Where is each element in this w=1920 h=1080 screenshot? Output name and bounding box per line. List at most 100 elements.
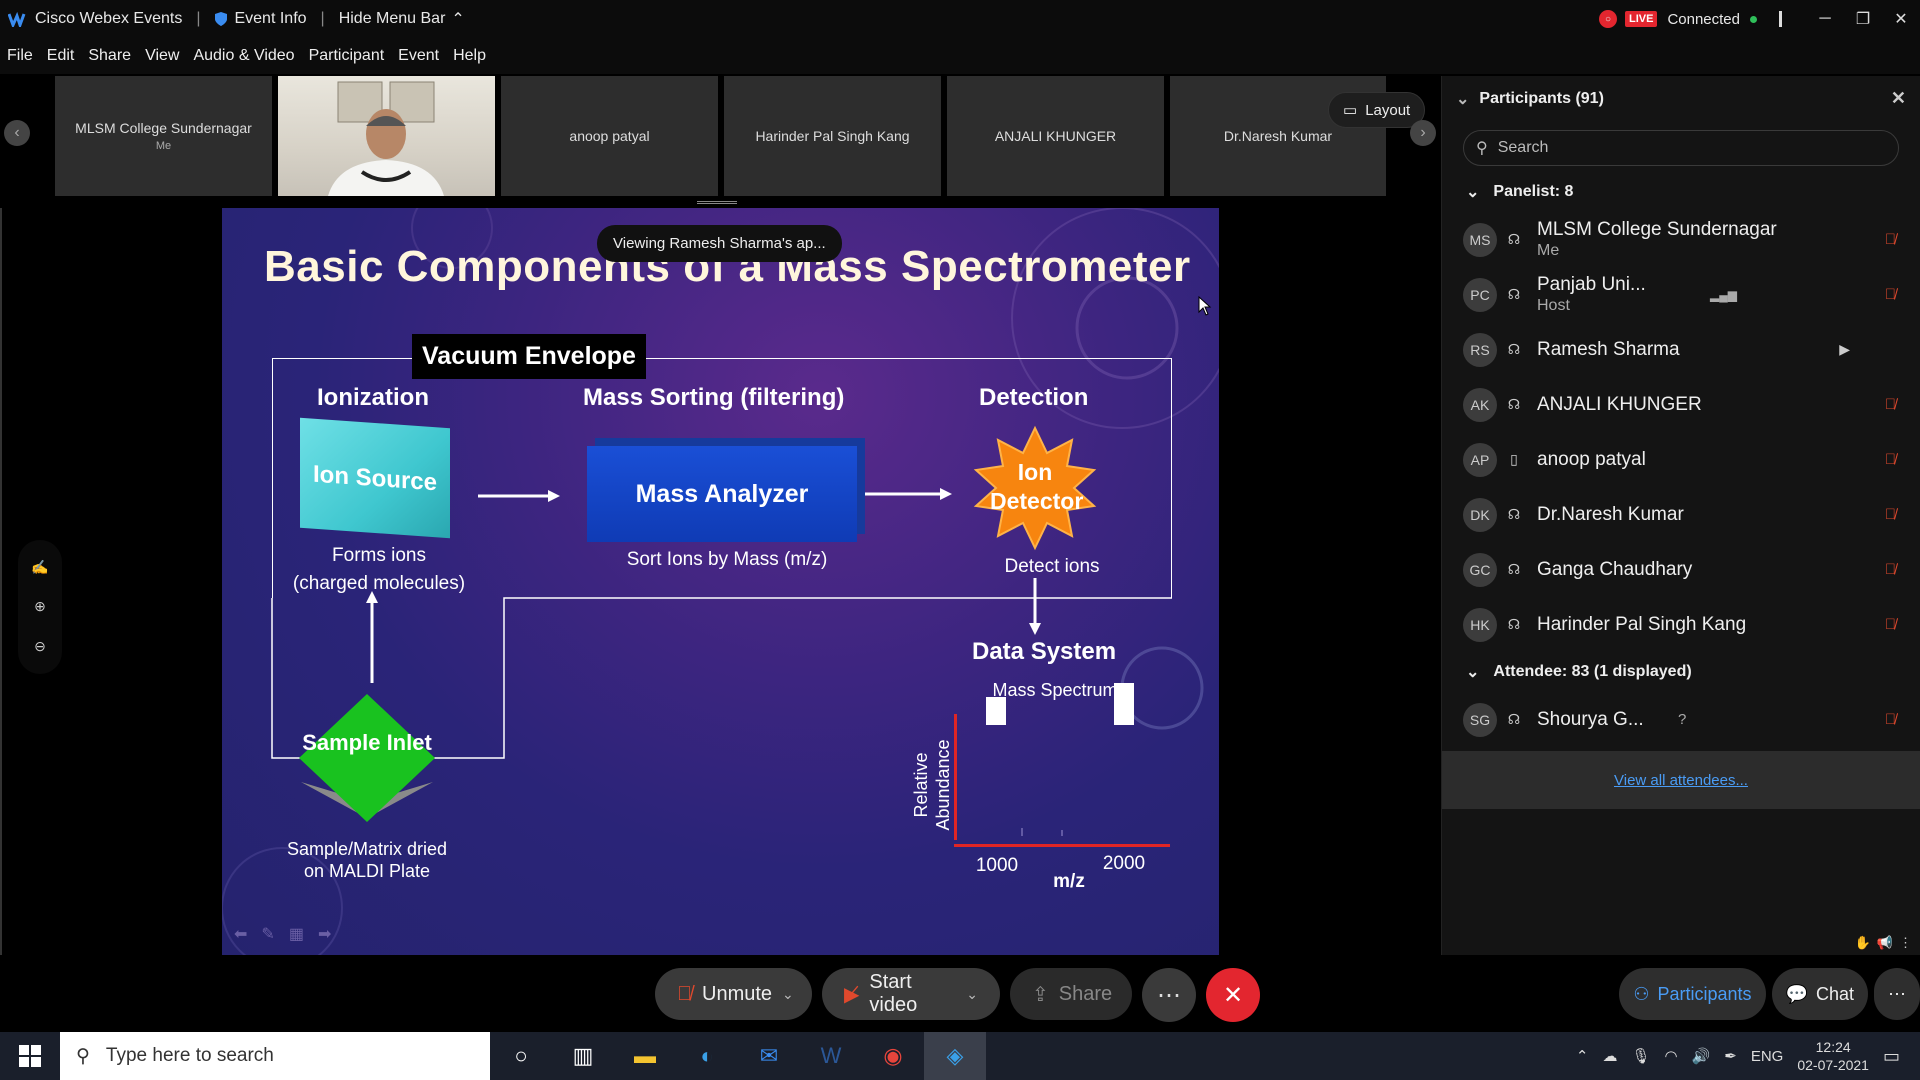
microphone-icon[interactable]: 🎙	[1631, 1047, 1650, 1065]
participants-toggle-button[interactable]: ⚇ Participants	[1619, 968, 1766, 1020]
muted-mic-icon[interactable]: 🎙̸	[1885, 711, 1896, 728]
chevron-down-icon[interactable]: ⌄	[966, 986, 978, 1003]
avatar: SG	[1463, 702, 1497, 737]
word-icon[interactable]: W	[800, 1032, 862, 1080]
task-view-icon[interactable]: ▥	[552, 1032, 614, 1080]
panelist-count: Panelist: 8	[1493, 183, 1574, 200]
attendee-count: Attendee: 83 (1 displayed)	[1493, 663, 1692, 680]
ionization-label: Ionization	[317, 384, 429, 411]
attendee-group-header[interactable]: ⌄ Attendee: 83 (1 displayed)	[1442, 652, 1920, 692]
chevron-up-icon[interactable]: ⌃	[1576, 1047, 1589, 1065]
thumbnail-video[interactable]	[278, 76, 495, 196]
menu-file[interactable]: File	[7, 47, 33, 65]
menu-help[interactable]: Help	[453, 47, 486, 65]
participant-name: Ramesh Sharma	[1537, 338, 1680, 360]
chat-toggle-button[interactable]: 💬 Chat	[1771, 968, 1868, 1020]
annotate-icon[interactable]: ✍	[31, 559, 48, 576]
sample-inlet-label: Sample Inlet	[302, 730, 432, 755]
pen-icon[interactable]: ✒	[1724, 1047, 1737, 1065]
muted-mic-icon[interactable]: 🎙̸	[1885, 561, 1896, 578]
menu-participant[interactable]: Participant	[309, 47, 385, 65]
participant-row[interactable]: HK ☊ Harinder Pal Singh Kang 🎙̸	[1442, 597, 1920, 652]
muted-mic-icon[interactable]: 🎙̸	[1885, 396, 1896, 413]
thumbnail-participant[interactable]: ANJALI KHUNGER	[947, 76, 1164, 196]
file-explorer-icon[interactable]: ▬	[614, 1032, 676, 1080]
panelist-group-header[interactable]: ⌄ Panelist: 8	[1442, 172, 1920, 212]
zoom-out-icon[interactable]: ⊖	[34, 638, 46, 655]
chevron-down-icon[interactable]: ⌄	[782, 986, 794, 1003]
minimize-button[interactable]: ─	[1806, 0, 1844, 38]
mail-icon[interactable]: ✉	[738, 1032, 800, 1080]
taskbar-search-input[interactable]: ⚲ Type here to search	[60, 1032, 490, 1080]
participant-row[interactable]: SG ☊ Shourya G... ? 🎙̸	[1442, 692, 1920, 747]
leave-button[interactable]: ✕	[1206, 968, 1260, 1022]
thumbnail-self[interactable]: MLSM College Sundernagar Me	[55, 76, 272, 196]
muted-mic-icon[interactable]: 🎙̸	[1885, 286, 1896, 303]
participant-row[interactable]: MS ☊ MLSM College Sundernagar Me 🎙̸	[1442, 212, 1920, 267]
participant-search-input[interactable]: ⚲ Search	[1463, 130, 1899, 166]
participant-row[interactable]: AK ☊ ANJALI KHUNGER 🎙̸	[1442, 377, 1920, 432]
onedrive-icon[interactable]: ☁	[1602, 1047, 1617, 1065]
video-camera-icon: ▶	[1839, 341, 1850, 357]
thumbnails-prev-button[interactable]: ‹	[4, 120, 30, 146]
hide-menu-bar-button[interactable]: Hide Menu Bar ⌃	[339, 9, 465, 29]
menu-audio-video[interactable]: Audio & Video	[193, 47, 294, 65]
close-icon[interactable]: ✕	[1891, 88, 1906, 109]
close-button[interactable]: ✕	[1882, 0, 1920, 38]
layout-button[interactable]: ▭ Layout	[1328, 92, 1426, 128]
menu-edit[interactable]: Edit	[47, 47, 75, 65]
collapse-chevron-icon[interactable]: ⌄	[1456, 89, 1469, 109]
view-all-attendees-link[interactable]: View all attendees...	[1614, 772, 1748, 789]
muted-mic-icon[interactable]: 🎙̸	[1885, 506, 1896, 523]
chevron-down-icon: ⌄	[1466, 184, 1480, 201]
thumbnail-participant[interactable]: Harinder Pal Singh Kang	[724, 76, 941, 196]
participant-row[interactable]: PC ☊ Panjab Uni... Host ▂▄▆ 🎙̸	[1442, 267, 1920, 322]
zoom-in-icon[interactable]: ⊕	[34, 598, 46, 615]
connection-status: Connected	[1667, 10, 1740, 28]
cortana-icon[interactable]: ○	[490, 1032, 552, 1080]
thumbnail-participant[interactable]: anoop patyal	[501, 76, 718, 196]
more-options-button[interactable]: ⋯	[1142, 968, 1196, 1022]
thumbnails-next-button[interactable]: ›	[1410, 120, 1436, 146]
muted-mic-icon[interactable]: 🎙̸	[1885, 451, 1896, 468]
unmute-button[interactable]: 🎙̸ Unmute ⌄	[655, 968, 812, 1020]
avatar: DK	[1463, 497, 1497, 532]
slides-icon[interactable]: ▦	[289, 924, 304, 944]
participant-row[interactable]: GC ☊ Ganga Chaudhary 🎙̸	[1442, 542, 1920, 597]
edge-icon[interactable]: ◐	[676, 1032, 738, 1080]
start-video-button[interactable]: ▶̸ Start video ⌄	[822, 968, 1000, 1020]
muted-mic-icon[interactable]: 🎙̸	[1885, 616, 1896, 633]
pen-icon[interactable]: ✎	[261, 924, 274, 944]
start-button[interactable]	[0, 1032, 60, 1080]
menu-view[interactable]: View	[145, 47, 179, 65]
separator: |	[320, 10, 325, 27]
share-button[interactable]: ⇪ Share	[1010, 968, 1132, 1020]
clock[interactable]: 12:24 02-07-2021	[1797, 1038, 1869, 1074]
chrome-icon[interactable]: ◉	[862, 1032, 924, 1080]
shield-icon	[215, 12, 228, 26]
language-indicator[interactable]: ENG	[1751, 1048, 1784, 1065]
relative-abundance-label: Relative Abundance	[910, 715, 954, 855]
more-icon[interactable]: ⋮	[1899, 935, 1912, 951]
panelist-list: MS ☊ MLSM College Sundernagar Me 🎙̸ PC ☊…	[1442, 212, 1920, 652]
participant-row[interactable]: AP ▯ anoop patyal 🎙̸	[1442, 432, 1920, 487]
volume-icon[interactable]: 🔊	[1692, 1047, 1711, 1065]
phone-icon: ▯	[1510, 451, 1518, 467]
muted-mic-icon[interactable]: 🎙̸	[1885, 231, 1896, 248]
announce-icon[interactable]: 📢	[1877, 935, 1893, 951]
notifications-icon[interactable]: ▭	[1883, 1046, 1900, 1067]
resize-handle[interactable]	[697, 201, 737, 204]
menu-event[interactable]: Event	[398, 47, 439, 65]
slide-prev-icon[interactable]: ⬅	[234, 924, 247, 944]
menu-share[interactable]: Share	[88, 47, 131, 65]
raise-hand-icon[interactable]: ✋	[1855, 935, 1871, 951]
event-info-button[interactable]: Event Info	[214, 10, 307, 28]
restore-button[interactable]: ❐	[1844, 0, 1882, 38]
unmute-label: Unmute	[702, 982, 773, 1005]
webex-taskbar-icon[interactable]: ◈	[924, 1032, 986, 1080]
participant-row[interactable]: DK ☊ Dr.Naresh Kumar 🎙̸	[1442, 487, 1920, 542]
slide-next-icon[interactable]: ➡	[318, 924, 331, 944]
participant-row[interactable]: RS ☊ Ramesh Sharma ▶	[1442, 322, 1920, 377]
more-panels-button[interactable]: ⋯	[1874, 968, 1920, 1020]
wifi-icon[interactable]: ◠	[1664, 1047, 1677, 1065]
